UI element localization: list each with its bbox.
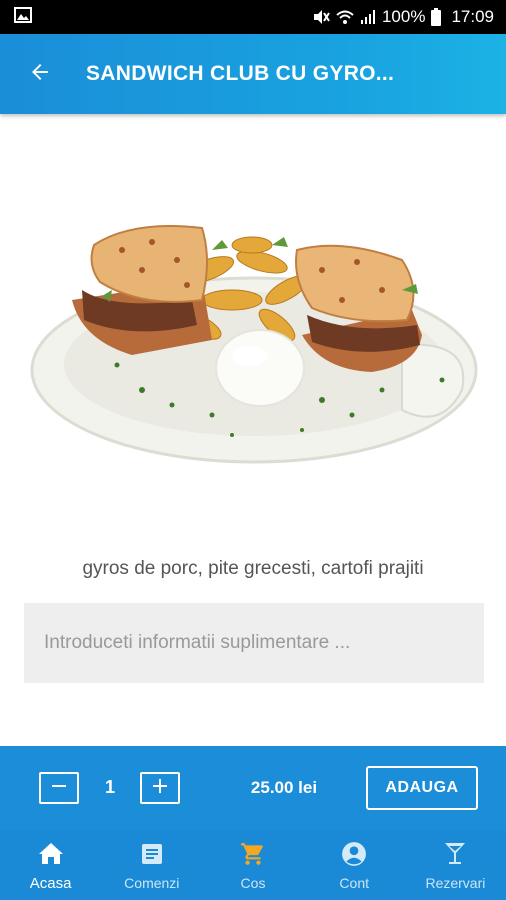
increase-quantity-button[interactable] <box>140 772 180 804</box>
add-to-cart-button[interactable]: ADAUGA <box>366 766 478 810</box>
gallery-notification-icon <box>14 6 32 28</box>
nav-label: Comenzi <box>124 875 180 891</box>
nav-item-comenzi[interactable]: Comenzi <box>101 830 202 900</box>
product-description: gyros de porc, pite grecesti, cartofi pr… <box>82 558 424 579</box>
quantity-value: 1 <box>104 777 115 797</box>
nav-item-cos[interactable]: Cos <box>202 830 303 900</box>
cocktail-icon <box>441 840 469 868</box>
nav-item-rezervari[interactable]: Rezervari <box>405 830 506 900</box>
plus-icon <box>152 778 168 799</box>
mute-icon <box>312 9 330 25</box>
status-time: 17:09 <box>451 7 494 26</box>
cart-icon <box>239 840 267 868</box>
minus-icon <box>51 778 67 799</box>
product-image <box>22 150 484 490</box>
battery-level: 100% <box>381 7 426 26</box>
total-price: 25.00 lei <box>250 778 318 797</box>
back-button[interactable] <box>20 54 60 94</box>
additional-info-input[interactable] <box>42 631 466 655</box>
orders-icon <box>138 840 166 868</box>
battery-icon <box>431 8 442 26</box>
nav-item-acasa[interactable]: Acasa <box>0 830 101 900</box>
nav-label: Acasa <box>29 875 72 892</box>
nav-label: Cont <box>339 875 369 891</box>
nav-item-cont[interactable]: Cont <box>304 830 405 900</box>
home-icon <box>37 840 65 868</box>
nav-label: Rezervari <box>425 875 486 891</box>
notes-field-container <box>24 603 484 683</box>
arrow-back-icon <box>28 60 52 89</box>
status-bar: 100% 17:09 <box>0 0 506 34</box>
account-icon <box>340 840 368 868</box>
bottom-navigation: Acasa Comenzi Cos Cont Rezervari <box>0 830 506 900</box>
signal-icon <box>360 9 376 25</box>
page-title: SANDWICH CLUB CU GYRO... <box>86 62 395 85</box>
wifi-icon <box>336 9 354 25</box>
app-bar: SANDWICH CLUB CU GYRO... <box>0 34 506 114</box>
decrease-quantity-button[interactable] <box>39 772 79 804</box>
order-bar: 1 25.00 lei ADAUGA <box>0 746 506 830</box>
nav-label: Cos <box>240 875 266 891</box>
